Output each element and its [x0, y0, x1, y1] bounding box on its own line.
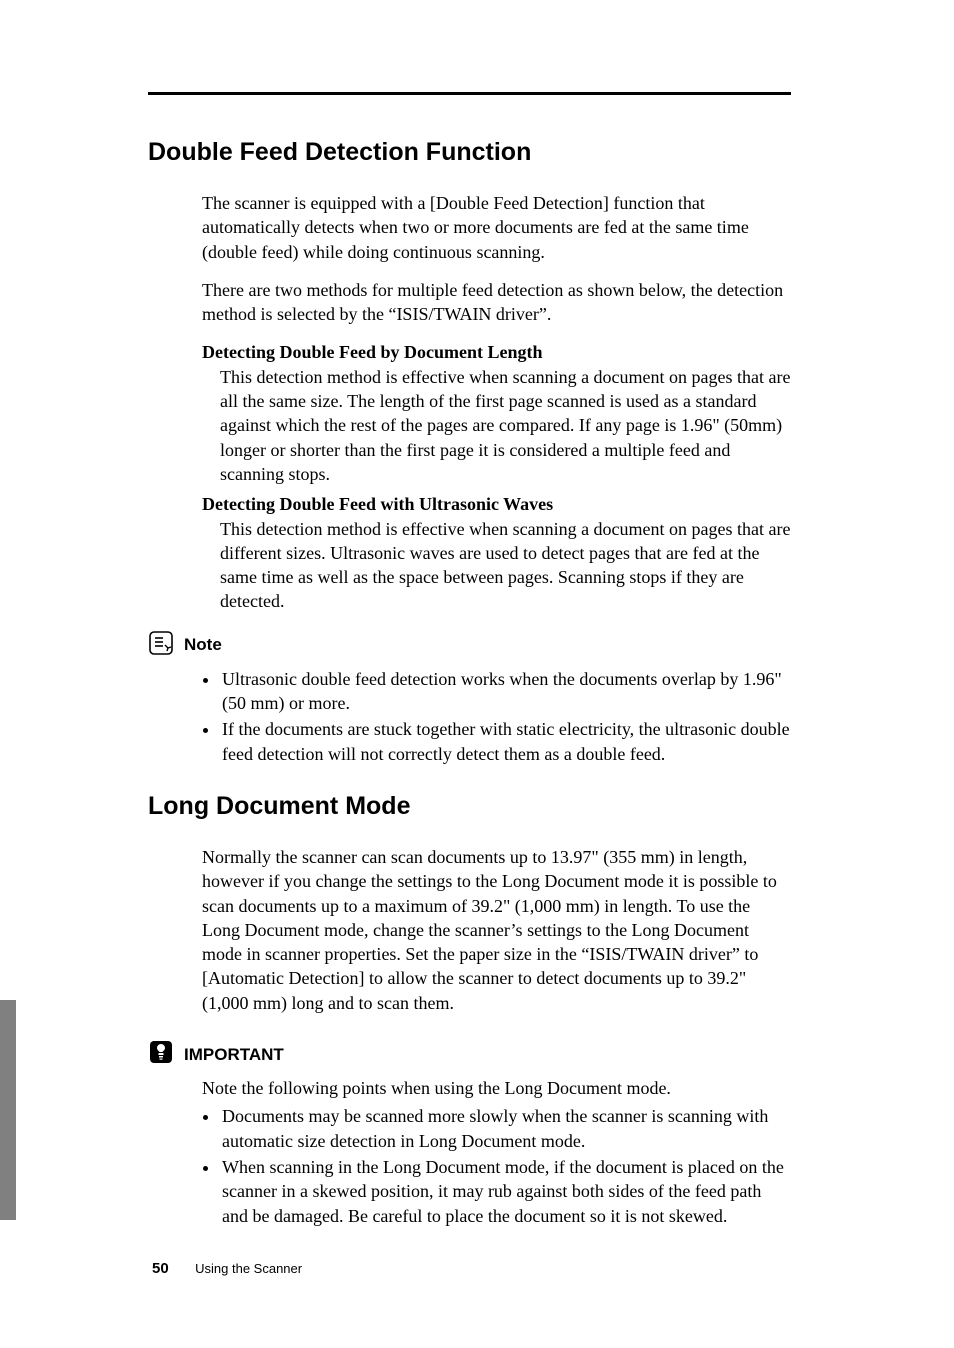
subhead-length: Detecting Double Feed by Document Length — [202, 340, 791, 364]
important-icon — [148, 1039, 174, 1070]
para-long-doc: Normally the scanner can scan documents … — [202, 845, 791, 1015]
note-icon — [148, 630, 174, 661]
footer-title: Using the Scanner — [195, 1261, 302, 1276]
page-footer: 50 Using the Scanner — [152, 1260, 302, 1278]
note-item: If the documents are stuck together with… — [220, 717, 791, 766]
important-callout: IMPORTANT — [148, 1039, 791, 1070]
note-item: Ultrasonic double feed detection works w… — [220, 667, 791, 716]
important-label: IMPORTANT — [184, 1045, 284, 1065]
para-intro-dfd: The scanner is equipped with a [Double F… — [202, 191, 791, 264]
note-label: Note — [184, 635, 222, 655]
side-tab — [0, 1000, 16, 1220]
note-callout: Note — [148, 630, 791, 661]
subbody-length: This detection method is effective when … — [220, 365, 791, 486]
para-methods-dfd: There are two methods for multiple feed … — [202, 278, 791, 327]
top-rule — [148, 92, 791, 95]
heading-double-feed: Double Feed Detection Function — [148, 138, 791, 167]
note-bullets: Ultrasonic double feed detection works w… — [220, 667, 791, 766]
important-item: Documents may be scanned more slowly whe… — [220, 1104, 791, 1153]
page-number: 50 — [152, 1260, 169, 1277]
subbody-ultrasonic: This detection method is effective when … — [220, 517, 791, 614]
heading-long-doc: Long Document Mode — [148, 792, 791, 821]
important-bullets: Documents may be scanned more slowly whe… — [220, 1104, 791, 1227]
important-intro: Note the following points when using the… — [202, 1076, 791, 1100]
important-item: When scanning in the Long Document mode,… — [220, 1155, 791, 1228]
subhead-ultrasonic: Detecting Double Feed with Ultrasonic Wa… — [202, 492, 791, 516]
